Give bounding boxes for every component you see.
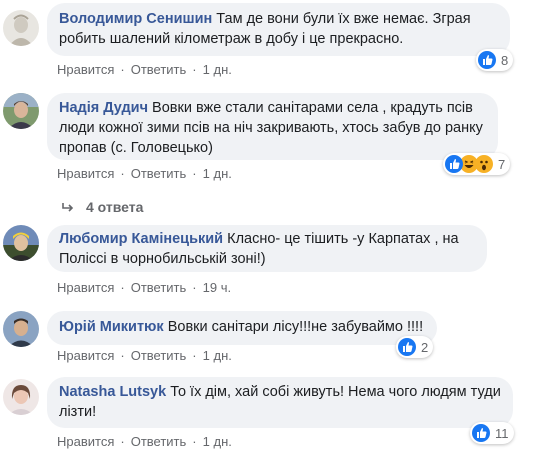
avatar[interactable]	[3, 225, 39, 261]
comment-text: Вовки санітари лісу!!!не забуваймо !!!!	[167, 319, 424, 335]
comment-actions: Нравится · Ответить · 19 ч.	[57, 280, 231, 295]
comment-bubble: Юрій Микитюк Вовки санітари лісу!!!не за…	[47, 311, 437, 345]
comment-bubble: Любомир Камінецький Класно- це тішить -у…	[47, 225, 487, 272]
comment-author[interactable]: Володимир Сенишин	[59, 11, 212, 27]
reaction-summary[interactable]: 2	[396, 336, 434, 358]
reply-button[interactable]: Ответить	[131, 62, 187, 77]
separator: ·	[120, 166, 125, 181]
separator: ·	[192, 434, 197, 449]
reply-arrow-icon	[62, 199, 74, 215]
comment-actions: Нравится · Ответить · 1 дн.	[57, 348, 232, 363]
reaction-summary[interactable]: 7	[443, 153, 511, 175]
comment-time[interactable]: 1 дн.	[203, 434, 232, 449]
comment-actions: Нравится · Ответить · 1 дн.	[57, 62, 232, 77]
like-icon	[472, 424, 490, 442]
separator: ·	[192, 166, 197, 181]
reaction-count: 7	[498, 156, 506, 172]
comment-actions: Нравится · Ответить · 1 дн.	[57, 434, 232, 449]
separator: ·	[192, 280, 197, 295]
reply-button[interactable]: Ответить	[131, 434, 187, 449]
comment-actions: Нравится · Ответить · 1 дн.	[57, 166, 232, 181]
avatar[interactable]	[3, 379, 39, 415]
reply-button[interactable]: Ответить	[131, 166, 187, 181]
comment-time[interactable]: 19 ч.	[203, 280, 231, 295]
reaction-count: 2	[421, 339, 429, 355]
comment-author[interactable]: Юрій Микитюк	[59, 319, 164, 335]
reaction-summary[interactable]: 11	[470, 422, 514, 444]
reaction-count: 11	[495, 425, 509, 441]
comment-bubble: Надія Дудич Вовки вже стали санітарами с…	[47, 93, 498, 160]
comment-time[interactable]: 1 дн.	[203, 348, 232, 363]
separator: ·	[192, 62, 197, 77]
comment-author[interactable]: Любомир Камінецький	[59, 231, 223, 247]
separator: ·	[192, 348, 197, 363]
separator: ·	[120, 62, 125, 77]
replies-count[interactable]: 4 ответа	[86, 199, 143, 215]
separator: ·	[120, 280, 125, 295]
like-icon	[478, 51, 496, 69]
separator: ·	[120, 348, 125, 363]
separator: ·	[120, 434, 125, 449]
view-replies-link[interactable]: 4 ответа	[62, 199, 143, 215]
like-button[interactable]: Нравится	[57, 280, 114, 295]
avatar[interactable]	[3, 10, 39, 46]
comment-time[interactable]: 1 дн.	[203, 166, 232, 181]
comment-bubble: Володимир Сенишин Там де вони були їх вж…	[47, 3, 510, 56]
comment-bubble: Natasha Lutsyk То їх дім, хай собі живут…	[47, 377, 513, 428]
comment-time[interactable]: 1 дн.	[203, 62, 232, 77]
reaction-summary[interactable]: 8	[476, 49, 514, 71]
like-button[interactable]: Нравится	[57, 62, 114, 77]
avatar[interactable]	[3, 93, 39, 129]
like-button[interactable]: Нравится	[57, 434, 114, 449]
reply-button[interactable]: Ответить	[131, 348, 187, 363]
avatar[interactable]	[3, 311, 39, 347]
comment-author[interactable]: Natasha Lutsyk	[59, 384, 166, 400]
reply-button[interactable]: Ответить	[131, 280, 187, 295]
like-icon	[398, 338, 416, 356]
like-icon	[445, 155, 463, 173]
reaction-count: 8	[501, 52, 509, 68]
like-button[interactable]: Нравится	[57, 348, 114, 363]
comment-author[interactable]: Надія Дудич	[59, 100, 148, 116]
like-button[interactable]: Нравится	[57, 166, 114, 181]
